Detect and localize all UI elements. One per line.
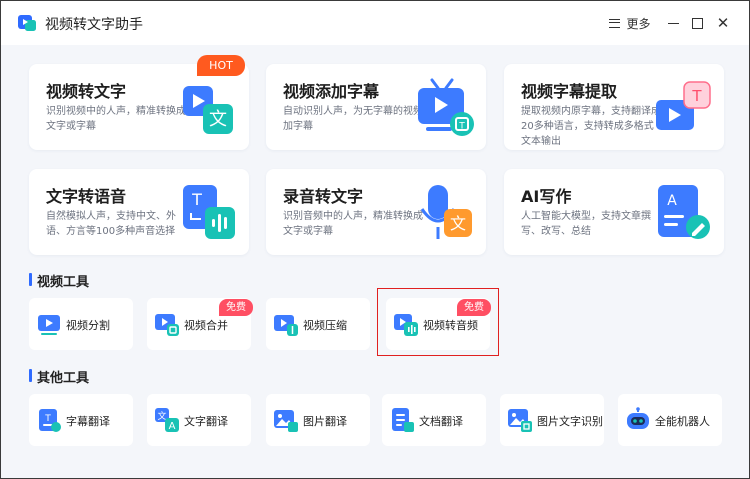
svg-text:A: A	[169, 421, 176, 432]
card-title: 录音转文字	[283, 187, 364, 206]
card-desc: 人工智能大模型，支持文章撰写、改写、总结	[521, 211, 651, 237]
card-title: 视频字幕提取	[521, 82, 618, 101]
subtitle-extract-icon: T	[656, 81, 711, 130]
video-compress-icon	[274, 315, 298, 336]
tool-ai-robot[interactable]: 全能机器人	[618, 394, 722, 446]
minimize-icon	[667, 22, 679, 24]
tool-label: 图片文字识别	[537, 415, 603, 428]
tv-subtitle-icon: T	[418, 78, 474, 136]
tool-label: 视频分割	[66, 319, 110, 332]
card-add-subtitles[interactable]: 视频添加字幕 自动识别人声，为无字幕的视频加字幕 T	[266, 64, 486, 150]
image-translate-icon	[274, 410, 298, 432]
image-ocr-icon	[508, 409, 532, 432]
title-bar: 视频转文字助手 更多 ✕	[1, 1, 749, 45]
card-desc: 自动识别人声，为无字幕的视频加字幕	[283, 106, 423, 132]
selection-highlight	[377, 288, 499, 356]
tool-document-translate[interactable]: 文档翻译	[382, 394, 486, 446]
svg-text:T: T	[458, 122, 465, 132]
app-title: 视频转文字助手	[45, 17, 143, 33]
card-desc: 自然模拟人声，支持中文、外语、方言等100多种声音选择	[46, 211, 176, 237]
free-badge: 免费	[219, 299, 253, 316]
text-to-speech-icon: T	[183, 185, 235, 239]
maximize-icon	[691, 17, 703, 29]
svg-text:文: 文	[450, 214, 466, 233]
svg-text:T: T	[44, 414, 51, 424]
card-video-to-text[interactable]: 视频转文字 识别视频中的人声，精准转换成文字或字幕 文	[29, 64, 249, 150]
card-ai-writing[interactable]: AI写作 人工智能大模型，支持文章撰写、改写、总结 A	[504, 169, 724, 255]
section-title-other-tools: 其他工具	[29, 367, 89, 386]
tool-label: 文档翻译	[419, 415, 463, 428]
tool-label: 全能机器人	[655, 415, 710, 428]
svg-text:T: T	[191, 190, 202, 209]
tool-label: 视频合并	[184, 319, 228, 332]
svg-text:T: T	[691, 87, 702, 105]
more-menu-label: 更多	[626, 16, 651, 31]
close-button[interactable]: ✕	[711, 11, 735, 35]
app-window: 视频转文字助手 更多 ✕ 视频转文字 识别视频中的人声，精准转换成文字或字幕 文…	[0, 0, 750, 479]
tool-video-compress[interactable]: 视频压缩	[266, 298, 370, 350]
video-to-text-icon: 文	[183, 86, 233, 134]
robot-icon	[627, 407, 649, 429]
microphone-icon: 文	[420, 185, 472, 239]
tool-label: 图片翻译	[303, 415, 347, 428]
tool-label: 视频压缩	[303, 319, 347, 332]
tool-image-translate[interactable]: 图片翻译	[266, 394, 370, 446]
card-desc: 识别视频中的人声，精准转换成文字或字幕	[46, 106, 186, 132]
ai-writing-icon: A	[658, 185, 710, 239]
tool-subtitle-translate[interactable]: T 字幕翻译	[29, 394, 133, 446]
more-menu-button[interactable]: 更多	[605, 11, 655, 35]
menu-icon	[609, 18, 621, 28]
card-title: 视频转文字	[46, 82, 127, 101]
text-translate-icon: 文 A	[155, 408, 179, 432]
app-logo-icon	[18, 15, 36, 31]
maximize-button[interactable]	[685, 11, 709, 35]
minimize-button[interactable]	[661, 11, 685, 35]
tool-label: 文字翻译	[184, 415, 228, 428]
tool-video-split[interactable]: 视频分割	[29, 298, 133, 350]
svg-text:文: 文	[209, 109, 227, 130]
video-split-icon	[38, 315, 60, 335]
card-title: 视频添加字幕	[283, 82, 380, 101]
card-desc: 提取视频内原字幕，支持翻译成20多种语言，支持转成多格式文本输出	[521, 106, 661, 147]
svg-text:A: A	[667, 193, 677, 209]
card-title: AI写作	[521, 187, 572, 206]
tool-image-ocr[interactable]: 图片文字识别	[500, 394, 604, 446]
video-merge-icon	[155, 314, 179, 336]
document-translate-icon	[392, 408, 414, 432]
tool-text-translate[interactable]: 文 A 文字翻译	[147, 394, 251, 446]
card-audio-to-text[interactable]: 录音转文字 识别音频中的人声，精准转换成文字或字幕 文	[266, 169, 486, 255]
section-title-video-tools: 视频工具	[29, 271, 89, 290]
hot-badge: HOT	[197, 55, 245, 76]
card-desc: 识别音频中的人声，精准转换成文字或字幕	[283, 211, 423, 237]
tool-label: 字幕翻译	[66, 415, 110, 428]
subtitle-translate-icon: T	[39, 409, 61, 432]
card-extract-subtitles[interactable]: 视频字幕提取 提取视频内原字幕，支持翻译成20多种语言，支持转成多格式文本输出 …	[504, 64, 724, 150]
card-text-to-speech[interactable]: 文字转语音 自然模拟人声，支持中文、外语、方言等100多种声音选择 T	[29, 169, 249, 255]
card-title: 文字转语音	[46, 187, 127, 206]
close-icon: ✕	[716, 14, 730, 32]
